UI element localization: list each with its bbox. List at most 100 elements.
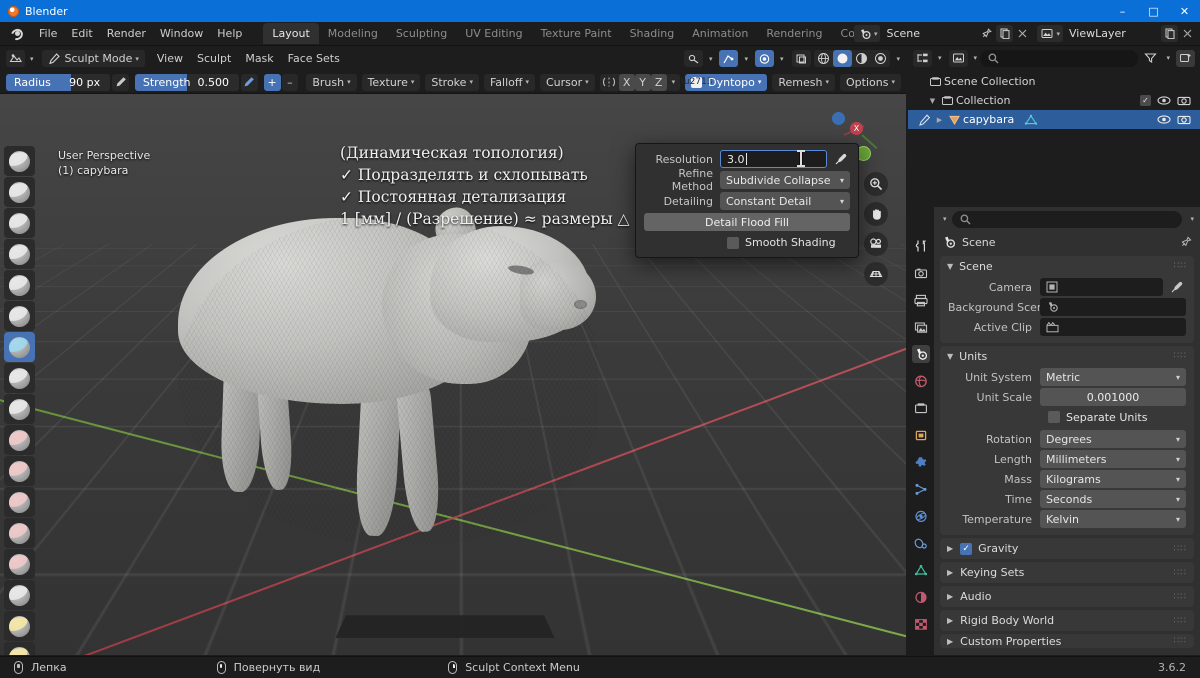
dyntopo-checkbox[interactable]: \u2713 (691, 77, 702, 88)
remesh-dropdown[interactable]: Remesh ▾ (772, 74, 835, 91)
tool-draw-sharp[interactable] (4, 177, 35, 207)
pin-id-icon[interactable] (1180, 236, 1192, 248)
properties-tab-modifier[interactable] (912, 453, 930, 471)
gizmo-x-positive[interactable]: X (850, 122, 863, 135)
outliner-editor-type-icon[interactable] (913, 50, 932, 67)
scene-panel-header[interactable]: ▼ Scene ∷∷ (940, 256, 1194, 276)
properties-tab-object[interactable] (912, 426, 930, 444)
keying-sets-panel-header[interactable]: ▶ Keying Sets ∷∷ (940, 562, 1194, 583)
outliner-row-collection[interactable]: ▼ Collection ✓ (908, 91, 1200, 110)
transform-orientation-icon[interactable] (684, 50, 703, 67)
unit-scale-value[interactable]: 0.001000 (1040, 388, 1186, 406)
detailing-dropdown[interactable]: Constant Detail ▾ (720, 192, 850, 210)
options-dropdown[interactable]: Options ▾ (840, 74, 901, 91)
tool-pinch[interactable] (4, 580, 35, 610)
menu-face-sets[interactable]: Face Sets (281, 50, 347, 67)
outliner-new-collection-icon[interactable] (1176, 50, 1195, 67)
properties-tab-scene[interactable] (912, 345, 930, 363)
outliner-filter-icon[interactable] (1141, 50, 1160, 67)
outliner-display-mode-icon[interactable] (949, 50, 968, 67)
capybara-disclosure-icon[interactable]: ▶ (933, 116, 946, 124)
properties-tab-physics[interactable] (912, 507, 930, 525)
rotation-dropdown[interactable]: Degrees ▾ (1040, 430, 1186, 448)
tool-layer[interactable] (4, 301, 35, 331)
properties-tab-tool[interactable] (912, 237, 930, 255)
units-panel-header[interactable]: ▼ Units ∷∷ (940, 346, 1194, 366)
tool-inflate[interactable] (4, 332, 35, 362)
properties-tab-render[interactable] (912, 264, 930, 282)
properties-tab-output[interactable] (912, 291, 930, 309)
tool-blob[interactable] (4, 363, 35, 393)
mode-selector[interactable]: Sculpt Mode ▾ (42, 50, 145, 67)
properties-tab-material[interactable] (912, 588, 930, 606)
scene-browse-icon[interactable]: ▾ (854, 25, 881, 42)
remove-scene-button[interactable] (1014, 25, 1031, 42)
texture-dropdown[interactable]: Texture ▾ (362, 74, 421, 91)
properties-tab-texture[interactable] (912, 615, 930, 633)
symmetry-x-button[interactable]: X (619, 74, 635, 91)
menu-edit[interactable]: Edit (64, 24, 99, 43)
stroke-dropdown[interactable]: Stroke ▾ (425, 74, 479, 91)
menu-view[interactable]: View (150, 50, 190, 67)
tab-texture-paint[interactable]: Texture Paint (532, 23, 621, 44)
resolution-eyedropper-icon[interactable] (830, 150, 850, 168)
menu-render[interactable]: Render (100, 24, 153, 43)
resolution-input[interactable]: 3.0 (720, 150, 827, 168)
capybara-visibility-icon[interactable] (1157, 114, 1171, 125)
properties-tab-view-layer[interactable] (912, 318, 930, 336)
radius-pressure-icon[interactable] (112, 74, 129, 91)
tool-clay-strips[interactable] (4, 239, 35, 269)
rigid-body-world-panel-header[interactable]: ▶ Rigid Body World ∷∷ (940, 610, 1194, 631)
symmetry-z-button[interactable]: Z (651, 74, 667, 91)
tool-scrape[interactable] (4, 518, 35, 548)
collection-disclosure-icon[interactable]: ▼ (926, 97, 939, 105)
pin-scene-icon[interactable] (978, 25, 995, 42)
proportional-edit-icon[interactable] (755, 50, 774, 67)
mass-dropdown[interactable]: Kilograms ▾ (1040, 470, 1186, 488)
viewlayer-name-field[interactable]: ViewLayer (1064, 25, 1160, 42)
tab-rendering[interactable]: Rendering (757, 23, 831, 44)
shading-material-icon[interactable] (852, 50, 871, 67)
properties-tab-data[interactable] (912, 561, 930, 579)
tool-smooth[interactable] (4, 425, 35, 455)
gravity-checkbox[interactable]: ✓ (960, 543, 972, 555)
tool-grab[interactable] (4, 611, 35, 641)
blender-menu-icon[interactable] (8, 26, 25, 41)
collection-checkbox[interactable]: ✓ (1140, 95, 1151, 106)
tool-fill[interactable] (4, 487, 35, 517)
unit-system-dropdown[interactable]: Metric ▾ (1040, 368, 1186, 386)
separate-units-checkbox[interactable] (1048, 411, 1060, 423)
properties-tab-constraint[interactable] (912, 534, 930, 552)
tab-layout[interactable]: Layout (263, 23, 318, 44)
strength-slider[interactable]: Strength 0.500 (135, 74, 239, 91)
shading-rendered-icon[interactable] (871, 50, 890, 67)
minimize-button[interactable]: – (1107, 0, 1138, 22)
refine-method-dropdown[interactable]: Subdivide Collapse ▾ (720, 171, 850, 189)
capybara-mesh-object[interactable] (150, 186, 580, 626)
properties-search-input[interactable] (952, 211, 1183, 228)
camera-view-icon[interactable] (864, 232, 888, 256)
subtract-direction-button[interactable]: – (282, 74, 299, 91)
tab-uv-editing[interactable]: UV Editing (456, 23, 531, 44)
scene-name-field[interactable]: Scene (881, 25, 977, 42)
tool-clay-thumb[interactable] (4, 270, 35, 300)
strength-pressure-icon[interactable] (241, 74, 258, 91)
temperature-dropdown[interactable]: Kelvin ▾ (1040, 510, 1186, 528)
custom-properties-panel-header[interactable]: ▶ Custom Properties ∷∷ (940, 634, 1194, 648)
camera-eyedropper-icon[interactable] (1166, 278, 1186, 296)
outliner-search-input[interactable] (980, 50, 1138, 67)
outliner-row-scene-collection[interactable]: Scene Collection (908, 72, 1200, 91)
toggle-xray-icon[interactable] (792, 50, 811, 67)
maximize-button[interactable]: □ (1138, 0, 1169, 22)
gravity-panel-header[interactable]: ▶ ✓ Gravity ∷∷ (940, 538, 1194, 559)
tab-sculpting[interactable]: Sculpting (387, 23, 456, 44)
smooth-shading-checkbox[interactable] (727, 237, 739, 249)
shading-solid-icon[interactable] (833, 50, 852, 67)
outliner-row-capybara[interactable]: ▶ capybara (908, 110, 1200, 129)
tab-animation[interactable]: Animation (683, 23, 757, 44)
background-scene-field[interactable] (1040, 298, 1186, 316)
collection-render-icon[interactable] (1177, 95, 1191, 106)
radius-slider[interactable]: Radius 90 px (6, 74, 110, 91)
properties-tab-collection[interactable] (912, 399, 930, 417)
tool-clay[interactable] (4, 208, 35, 238)
